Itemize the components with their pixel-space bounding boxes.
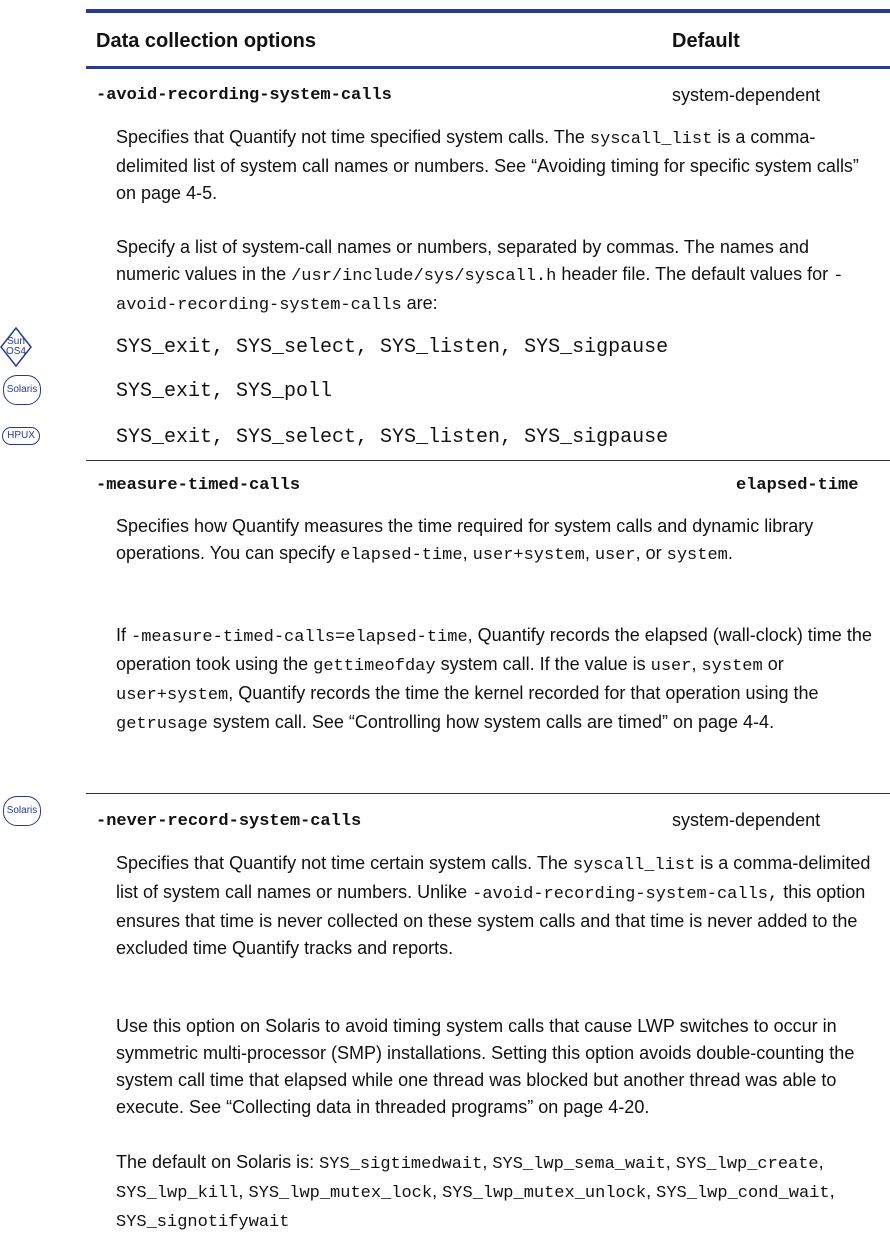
option-divider bbox=[86, 460, 890, 461]
option-name: -avoid-recording-system-calls bbox=[96, 86, 392, 105]
column-header-default: Default bbox=[672, 30, 740, 52]
sunos4-default-values: SYS_exit, SYS_select, SYS_listen, SYS_si… bbox=[116, 336, 669, 359]
option-description: Specify a list of system-call names or n… bbox=[116, 237, 844, 315]
option-description: Specifies that Quantify not time certain… bbox=[116, 853, 871, 958]
header-top-rule bbox=[86, 9, 890, 13]
solaris-platform-icon: Solaris bbox=[3, 796, 41, 826]
option-name: -measure-timed-calls bbox=[96, 476, 301, 495]
sunos4-platform-icon: Sun OS4 bbox=[0, 327, 32, 367]
option-divider bbox=[86, 793, 890, 794]
option-name: -never-record-system-calls bbox=[96, 812, 362, 831]
option-description: If -measure-timed-calls=elapsed-time, Qu… bbox=[116, 625, 872, 734]
column-header-options: Data collection options bbox=[96, 30, 317, 52]
option-default: system-dependent bbox=[672, 85, 821, 105]
solaris-platform-icon: Solaris bbox=[3, 375, 41, 405]
header-bottom-rule bbox=[86, 66, 890, 69]
option-default: elapsed-time bbox=[736, 476, 859, 495]
option-description: Use this option on Solaris to avoid timi… bbox=[116, 1016, 855, 1117]
hpux-platform-icon: HPUX bbox=[2, 427, 40, 445]
option-description: Specifies how Quantify measures the time… bbox=[116, 516, 814, 565]
option-description: The default on Solaris is: SYS_sigtimedw… bbox=[116, 1152, 835, 1232]
hpux-default-values: SYS_exit, SYS_select, SYS_listen, SYS_si… bbox=[116, 426, 669, 449]
solaris-default-values: SYS_exit, SYS_poll bbox=[116, 380, 333, 403]
option-description: Specifies that Quantify not time specifi… bbox=[116, 127, 859, 203]
option-default: system-dependent bbox=[672, 810, 821, 830]
